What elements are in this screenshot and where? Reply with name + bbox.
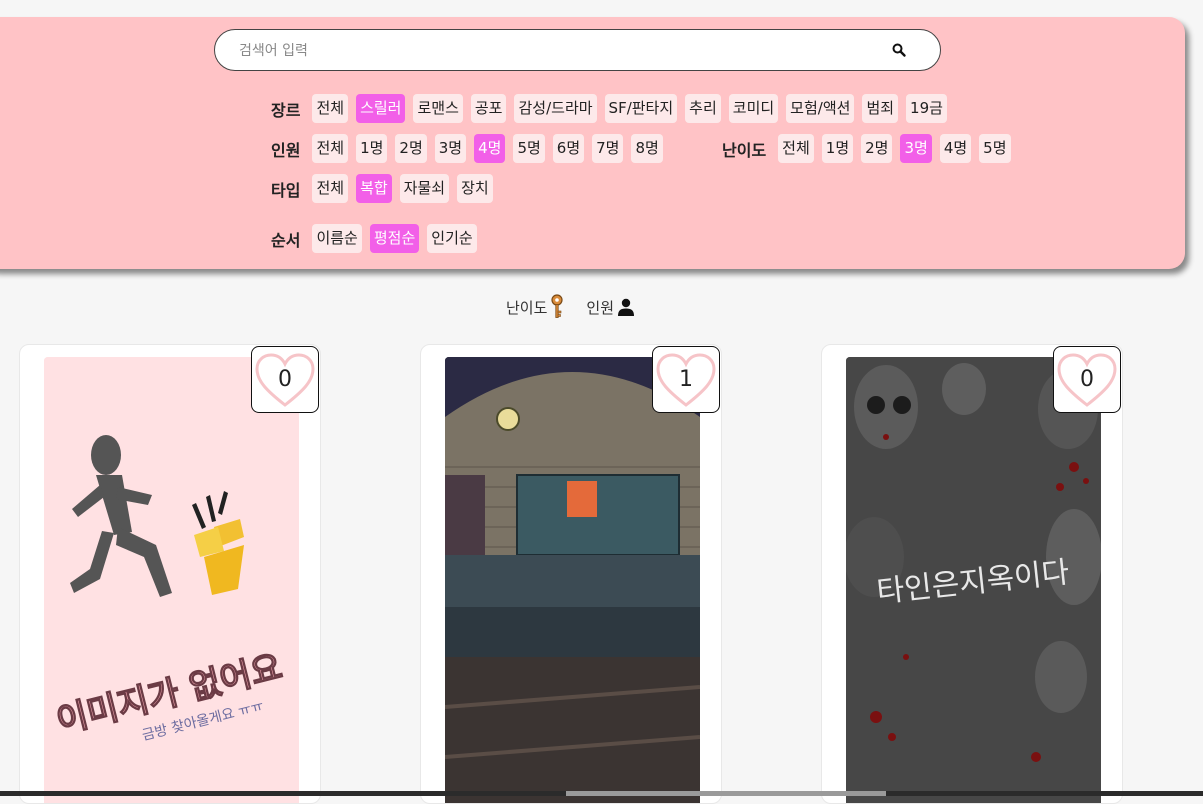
people-option-3[interactable]: 3명 <box>434 134 467 163</box>
like-count: 0 <box>1080 367 1094 392</box>
like-button[interactable]: 1 <box>652 346 720 413</box>
people-option-2[interactable]: 2명 <box>395 134 427 163</box>
person-icon <box>618 298 635 316</box>
genre-filter-row: 장르 전체 스릴러 로맨스 공포 감성/드라마 SF/판타지 추리 코미디 모험… <box>271 94 955 123</box>
genre-option-drama[interactable]: 감성/드라마 <box>514 94 597 123</box>
theme-card[interactable]: 1 <box>420 344 722 804</box>
type-label: 타입 <box>271 180 301 200</box>
search-input[interactable] <box>237 39 861 63</box>
like-count: 1 <box>679 367 693 392</box>
like-count: 0 <box>278 367 292 392</box>
card-poster-image[interactable]: 이미지가 없어요 금방 찾아올게요 ㅠㅠ <box>44 357 299 803</box>
difficulty-option-1[interactable]: 1명 <box>821 134 854 163</box>
horror-poster-illustration: 타인은지옥이다 <box>846 357 1101 803</box>
theme-card[interactable]: 이미지가 없어요 금방 찾아올게요 ㅠㅠ 0 <box>19 344 321 804</box>
legend-difficulty-label: 난이도 <box>506 298 548 317</box>
horizontal-scrollbar[interactable] <box>0 791 1203 796</box>
genre-label: 장르 <box>271 100 301 120</box>
order-option-name[interactable]: 이름순 <box>312 224 362 253</box>
genre-option-comedy[interactable]: 코미디 <box>728 94 779 123</box>
key-icon <box>551 294 564 318</box>
subway-station-illustration <box>445 357 700 803</box>
order-label: 순서 <box>271 230 301 250</box>
people-option-7[interactable]: 7명 <box>592 134 624 163</box>
type-option-all[interactable]: 전체 <box>312 174 349 203</box>
genre-option-mystery[interactable]: 추리 <box>685 94 721 123</box>
difficulty-option-5[interactable]: 5명 <box>979 134 1011 163</box>
order-option-rating[interactable]: 평점순 <box>369 224 420 253</box>
difficulty-option-2[interactable]: 2명 <box>861 134 893 163</box>
difficulty-option-4[interactable]: 4명 <box>939 134 972 163</box>
genre-option-crime[interactable]: 범죄 <box>862 94 899 123</box>
genre-option-horror[interactable]: 공포 <box>470 94 507 123</box>
type-filter-row: 타입 전체 복합 자물쇠 장치 <box>271 174 501 203</box>
genre-option-adventure[interactable]: 모험/액션 <box>786 94 855 123</box>
order-option-popular[interactable]: 인기순 <box>427 224 477 253</box>
genre-option-thriller[interactable]: 스릴러 <box>356 94 406 123</box>
people-option-all[interactable]: 전체 <box>312 134 349 163</box>
people-filter-row: 인원 전체 1명 2명 3명 4명 5명 6명 7명 8명 <box>271 134 671 163</box>
search-bar[interactable] <box>214 29 941 71</box>
people-option-5[interactable]: 5명 <box>513 134 545 163</box>
people-option-1[interactable]: 1명 <box>356 134 388 163</box>
difficulty-filter-row: 난이도 전체 1명 2명 3명 4명 5명 <box>722 134 1019 163</box>
difficulty-label: 난이도 <box>722 140 767 160</box>
card-poster-image[interactable]: 타인은지옥이다 <box>846 357 1101 803</box>
scrollbar-thumb[interactable] <box>566 791 886 796</box>
legend-people-label: 인원 <box>586 298 615 317</box>
people-option-6[interactable]: 6명 <box>552 134 585 163</box>
type-option-mixed[interactable]: 복합 <box>356 174 392 203</box>
genre-option-all[interactable]: 전체 <box>312 94 349 123</box>
genre-option-romance[interactable]: 로맨스 <box>413 94 463 123</box>
like-button[interactable]: 0 <box>1053 346 1121 413</box>
difficulty-option-3[interactable]: 3명 <box>900 134 932 163</box>
like-button[interactable]: 0 <box>251 346 319 413</box>
running-figure-illustration: 이미지가 없어요 금방 찾아올게요 ㅠㅠ <box>44 357 299 803</box>
theme-card[interactable]: 타인은지옥이다 0 <box>821 344 1123 804</box>
search-icon[interactable] <box>891 42 907 58</box>
order-filter-row: 순서 이름순 평점순 인기순 <box>271 224 485 253</box>
people-option-4[interactable]: 4명 <box>474 134 506 163</box>
genre-option-adult[interactable]: 19금 <box>906 94 947 123</box>
difficulty-option-all[interactable]: 전체 <box>778 134 814 163</box>
icon-legend: 난이도 인원 <box>506 294 635 320</box>
type-option-lock[interactable]: 자물쇠 <box>399 174 450 203</box>
genre-option-sf-fantasy[interactable]: SF/판타지 <box>604 94 678 123</box>
people-label: 인원 <box>271 140 301 160</box>
card-poster-image[interactable] <box>445 357 700 803</box>
people-option-8[interactable]: 8명 <box>631 134 663 163</box>
type-option-device[interactable]: 장치 <box>457 174 493 203</box>
